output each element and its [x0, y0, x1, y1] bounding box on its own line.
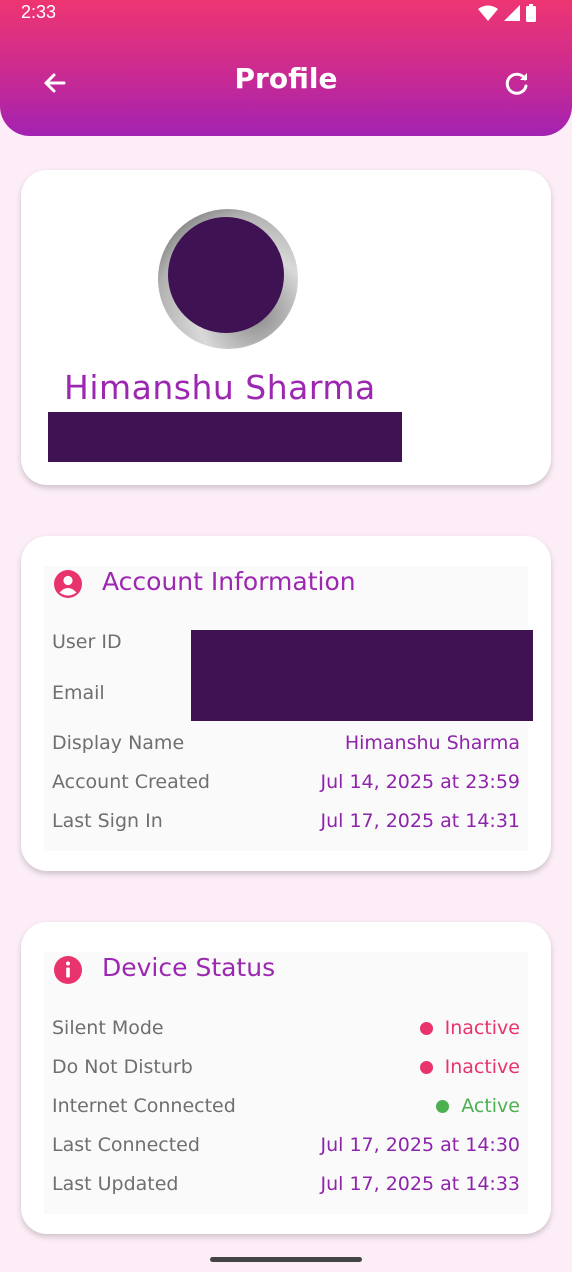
battery-icon [526, 4, 536, 22]
info-row-last-sign-in: Last Sign In Jul 17, 2025 at 14:31 [52, 807, 520, 835]
status-value: Active [436, 1095, 520, 1117]
redacted-block [48, 412, 402, 462]
row-value: Jul 14, 2025 at 23:59 [320, 771, 521, 793]
status-row-last-updated: Last Updated Jul 17, 2025 at 14:33 [52, 1170, 520, 1198]
row-value: Jul 17, 2025 at 14:31 [320, 810, 521, 832]
status-value: Inactive [419, 1056, 520, 1078]
status-time: 2:33 [21, 2, 57, 22]
row-label: Last Sign In [52, 810, 163, 832]
status-row-last-connected: Last Connected Jul 17, 2025 at 14:30 [52, 1131, 520, 1159]
row-value: Jul 17, 2025 at 14:33 [320, 1173, 521, 1195]
row-label: Display Name [52, 732, 185, 754]
info-icon [54, 956, 82, 984]
account-information-card: Account Information User ID Email Displa… [21, 536, 551, 871]
status-row-internet-connected: Internet Connected Active [52, 1092, 520, 1120]
status-dot [419, 1021, 433, 1035]
home-indicator[interactable] [210, 1257, 362, 1262]
device-status-card: Device Status Silent Mode Inactive Do No… [21, 922, 551, 1234]
page-title: Profile [234, 62, 338, 95]
signal-icon [504, 5, 520, 21]
status-row-silent-mode: Silent Mode Inactive [52, 1014, 520, 1042]
section-title: Account Information [102, 567, 356, 596]
row-label: Email [52, 682, 105, 704]
status-icons [478, 4, 536, 22]
row-label: Silent Mode [52, 1017, 164, 1039]
status-text: Inactive [444, 1056, 520, 1078]
status-text: Inactive [444, 1017, 520, 1039]
row-label: Do Not Disturb [52, 1056, 193, 1078]
info-row-display-name: Display Name Himanshu Sharma [52, 729, 520, 757]
info-row-account-created: Account Created Jul 14, 2025 at 23:59 [52, 768, 520, 796]
row-label: Last Updated [52, 1173, 179, 1195]
app-header: 2:33 Profile [0, 0, 572, 136]
row-value: Jul 17, 2025 at 14:30 [320, 1134, 521, 1156]
avatar[interactable] [158, 209, 298, 349]
account-circle-icon [54, 570, 82, 598]
wifi-icon [478, 5, 498, 21]
profile-card: Himanshu Sharma [21, 170, 551, 485]
refresh-icon [505, 72, 528, 95]
row-label: Internet Connected [52, 1095, 236, 1117]
row-label: User ID [52, 631, 122, 653]
section-title: Device Status [102, 953, 276, 982]
status-dot [436, 1099, 450, 1113]
row-value: Himanshu Sharma [344, 732, 520, 754]
refresh-button[interactable] [500, 66, 534, 100]
status-value: Inactive [419, 1017, 520, 1039]
redacted-block [191, 630, 533, 721]
avatar-image [168, 217, 284, 333]
row-label: Account Created [52, 771, 210, 793]
row-label: Last Connected [52, 1134, 200, 1156]
profile-name: Himanshu Sharma [64, 368, 376, 407]
status-text: Active [461, 1095, 520, 1117]
status-row-do-not-disturb: Do Not Disturb Inactive [52, 1053, 520, 1081]
status-dot [419, 1060, 433, 1074]
